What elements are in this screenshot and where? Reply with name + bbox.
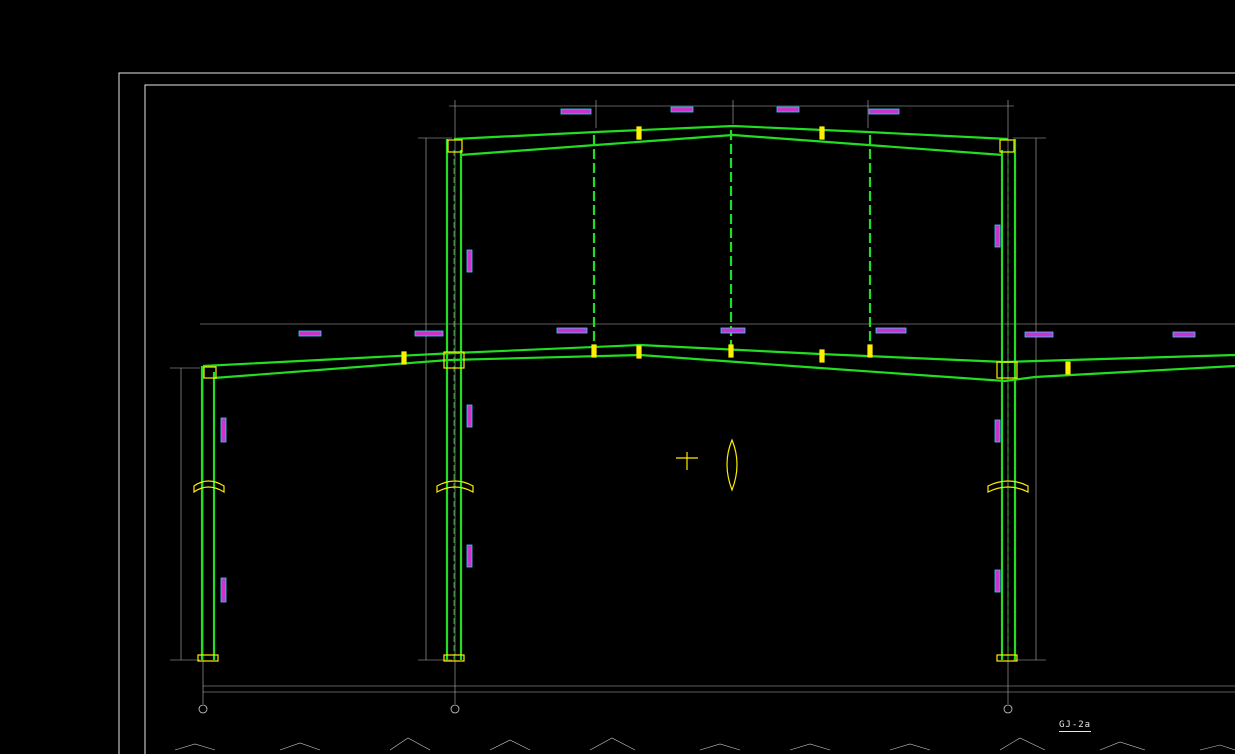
drawing-border	[118, 72, 1235, 754]
connections	[193, 126, 1071, 662]
member-tags	[220, 106, 1196, 603]
drawing-title: GJ-2a	[1059, 720, 1092, 732]
bottom-detail-marks	[174, 737, 1235, 751]
cad-drawing-canvas	[118, 72, 1235, 754]
columns	[200, 139, 1017, 660]
lower-frame-members	[202, 343, 1235, 383]
dimension-lines	[170, 100, 1235, 704]
grid-axis-bubbles	[198, 704, 1013, 714]
upper-frame-members	[453, 124, 1009, 355]
